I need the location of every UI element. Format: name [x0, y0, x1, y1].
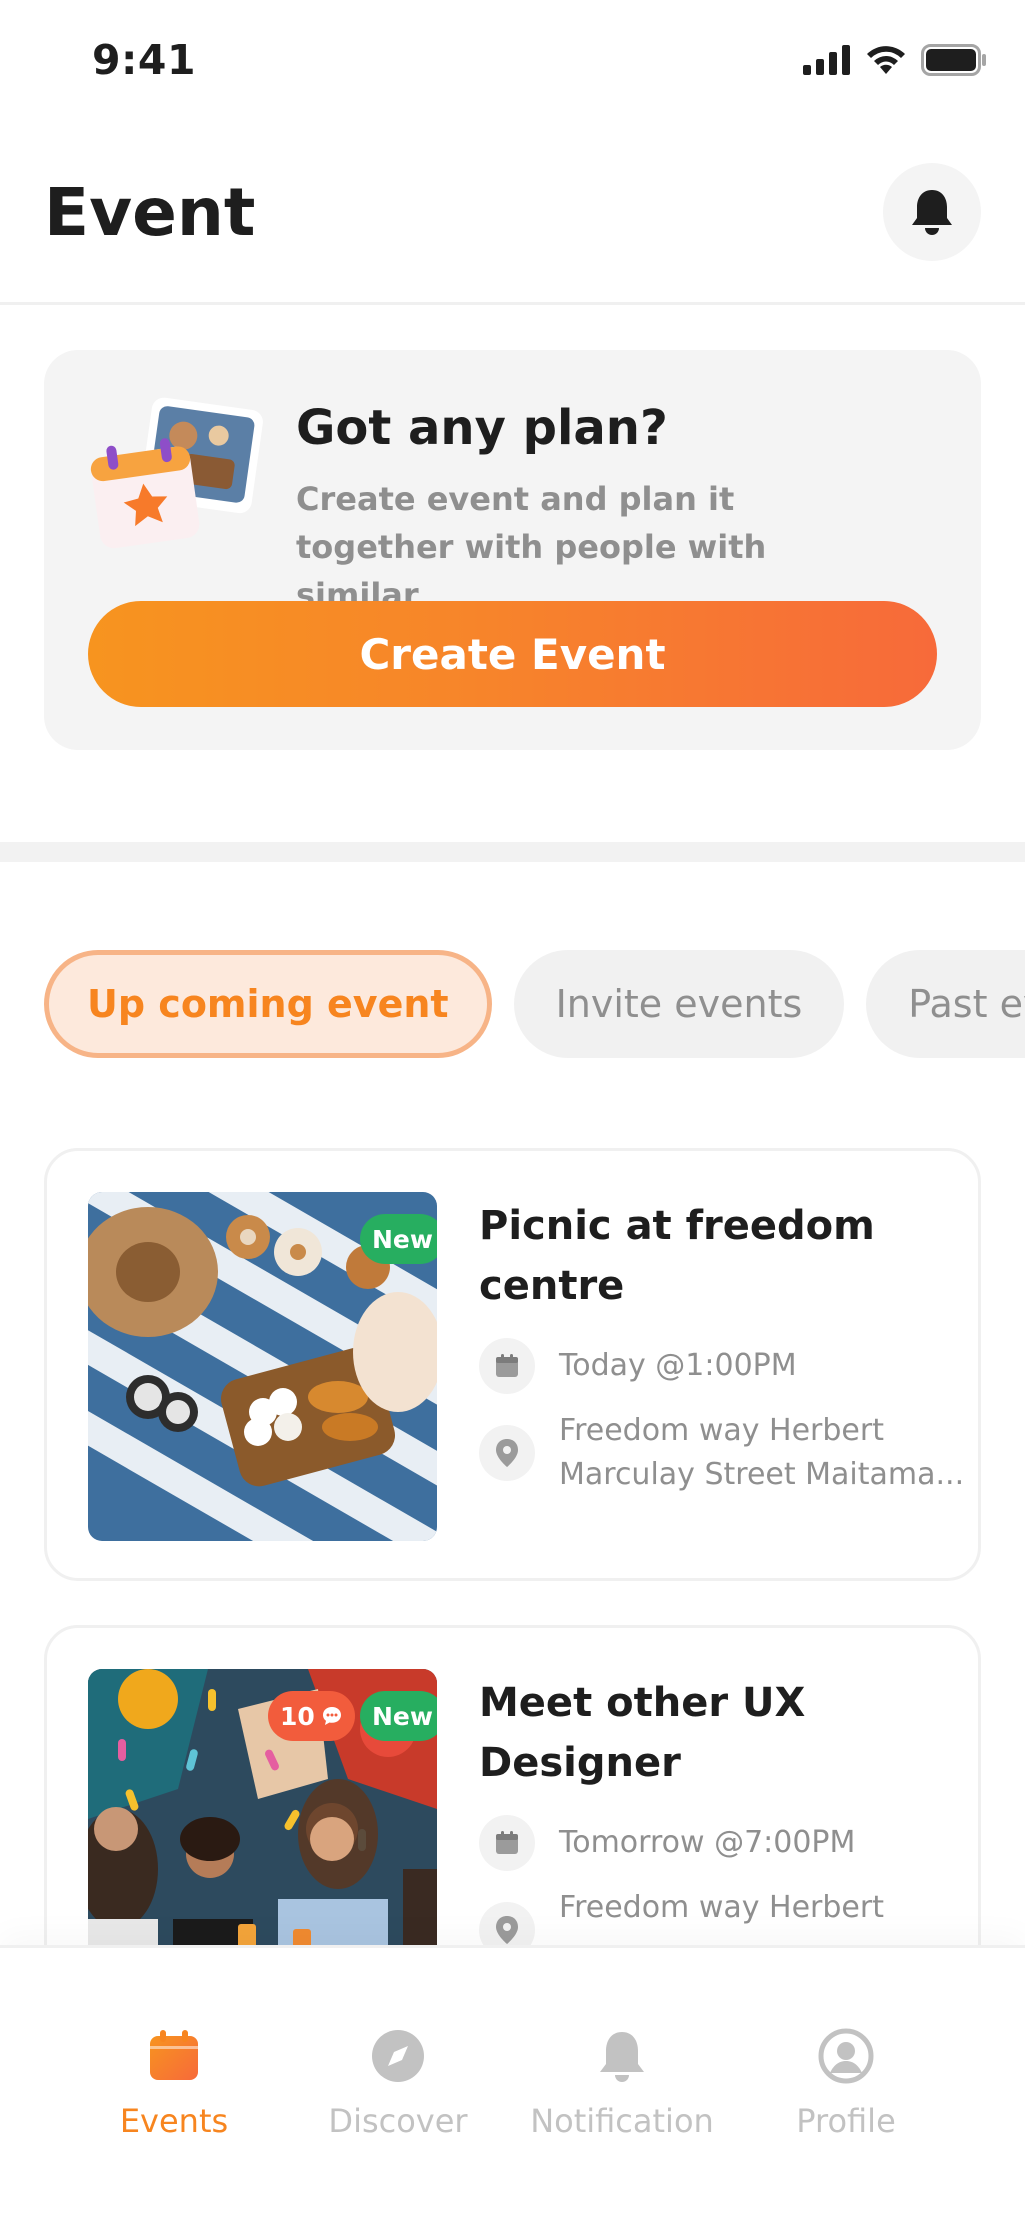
bell-icon — [600, 2032, 644, 2082]
event-location-line1: Freedom way Herbert — [559, 1890, 884, 1925]
nav-notification[interactable]: Notification — [522, 2028, 722, 2140]
event-tabs: Up coming event Invite events Past event… — [44, 950, 1025, 1058]
notification-button[interactable] — [883, 163, 981, 261]
nav-label-events: Events — [119, 2102, 229, 2140]
calendar-icon — [479, 1815, 535, 1871]
signal-icon — [803, 45, 850, 75]
section-divider — [0, 842, 1025, 862]
event-screen: 9:41 Event Got any plan? Create event an… — [0, 0, 1025, 2218]
event-date: Tomorrow @7:00PM — [559, 1825, 856, 1860]
promo-title: Got any plan? — [296, 400, 668, 456]
tab-invite-events[interactable]: Invite events — [513, 950, 845, 1058]
event-date-row: Tomorrow @7:00PM — [479, 1815, 855, 1871]
tab-upcoming-events[interactable]: Up coming event — [44, 950, 492, 1058]
page-title: Event — [44, 174, 256, 251]
chat-bubble-icon — [322, 1707, 341, 1725]
location-pin-icon — [479, 1425, 535, 1481]
nav-profile[interactable]: Profile — [746, 2028, 946, 2140]
event-card[interactable]: New Picnic at freedom centre Today @1:00… — [44, 1148, 981, 1581]
event-date: Today @1:00PM — [559, 1348, 797, 1383]
new-badge: New — [360, 1214, 437, 1264]
event-illustration — [86, 394, 266, 554]
event-location-line1: Freedom way Herbert — [559, 1413, 884, 1448]
bottom-navigation: Events Discover Notification Profile — [0, 1945, 1025, 2218]
event-title: Meet other UX Designer — [479, 1680, 806, 1786]
nav-discover[interactable]: Discover — [298, 2028, 498, 2140]
event-location-line2: Marculay Street Maitama... — [559, 1457, 965, 1492]
status-bar: 9:41 — [0, 0, 1025, 120]
create-event-button[interactable]: Create Event — [88, 601, 937, 707]
wifi-icon — [867, 46, 905, 74]
new-badge: New — [360, 1691, 437, 1741]
calendar-icon — [479, 1338, 535, 1394]
event-image-picnic: New — [88, 1192, 437, 1541]
bell-icon — [912, 190, 952, 235]
promo-description: Create event and plan it together with p… — [296, 480, 767, 614]
create-event-card: Got any plan? Create event and plan it t… — [44, 350, 981, 750]
event-title: Picnic at freedom centre — [479, 1203, 875, 1309]
nav-events[interactable]: Events — [74, 2028, 274, 2140]
battery-icon — [921, 44, 986, 76]
status-time: 9:41 — [92, 36, 196, 84]
profile-icon — [818, 2028, 874, 2084]
nav-label-profile: Profile — [796, 2102, 896, 2140]
nav-label-discover: Discover — [328, 2102, 468, 2140]
status-icons — [803, 44, 987, 76]
nav-label-notification: Notification — [530, 2102, 714, 2140]
message-count: 10 — [280, 1701, 315, 1731]
message-count-badge: 10 — [268, 1691, 355, 1741]
calendar-icon — [150, 2030, 198, 2080]
tab-past-events[interactable]: Past events — [866, 950, 1025, 1058]
event-location-row: Freedom way Herbert Marculay Street Mait… — [479, 1409, 964, 1497]
event-date-row: Today @1:00PM — [479, 1338, 797, 1394]
compass-icon — [372, 2030, 424, 2082]
app-header: Event — [0, 150, 1025, 305]
